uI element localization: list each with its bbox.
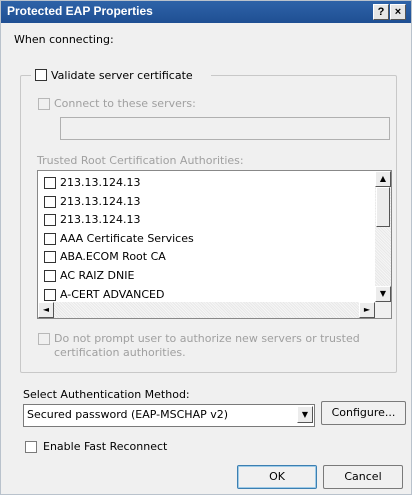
window-title: Protected EAP Properties [7,4,153,18]
validate-server-checkbox[interactable] [35,69,47,81]
scroll-thumb[interactable] [376,187,390,227]
authority-label: 213.13.124.13 [60,194,141,208]
authority-checkbox[interactable] [44,251,56,264]
dropdown-arrow-icon[interactable]: ▼ [297,406,313,423]
authority-checkbox[interactable] [44,214,56,227]
authority-label: 213.13.124.13 [60,213,141,227]
no-prompt-checkbox[interactable] [38,333,50,345]
close-button[interactable]: × [390,4,406,20]
no-prompt-label-line2[interactable]: certification authorities. [54,346,186,359]
authorities-list[interactable]: 213.13.124.13 213.13.124.13 213.13.124.13 A… [37,170,392,319]
ok-button[interactable]: OK [237,465,317,489]
fast-reconnect-label[interactable]: Enable Fast Reconnect [43,440,167,453]
title-bar[interactable]: Protected EAP Properties ? × [1,1,411,23]
auth-method-selected: Secured password (EAP-MSCHAP v2) [27,408,229,421]
authority-checkbox[interactable] [44,232,56,245]
connect-servers-checkbox[interactable] [38,98,50,110]
authority-checkbox[interactable] [44,270,56,282]
fast-reconnect-checkbox[interactable] [25,441,37,453]
horizontal-scrollbar[interactable]: ◄ ► [38,302,375,318]
servers-input[interactable] [60,117,390,140]
authority-label: AC RAIZ DNIE [60,269,135,282]
authority-label: ABA.ECOM Root CA [60,250,166,264]
scroll-up-button[interactable]: ▲ [375,171,391,187]
scroll-left-button[interactable]: ◄ [38,302,54,318]
help-button[interactable]: ? [373,4,389,20]
scroll-right-button[interactable]: ► [359,302,375,318]
cancel-button[interactable]: Cancel [323,465,403,489]
auth-method-select[interactable]: Secured password (EAP-MSCHAP v2) ▼ [23,404,315,427]
authority-label: A-CERT ADVANCED [60,287,165,301]
scroll-corner [375,302,391,318]
no-prompt-label-line1[interactable]: Do not prompt user to authorize new serv… [54,332,360,345]
vertical-scrollbar[interactable]: ▲ ▼ [375,171,391,302]
trusted-authorities-label: Trusted Root Certification Authorities: [37,154,244,167]
authority-checkbox[interactable] [44,177,56,189]
validate-legend: Validate server certificate [31,67,211,85]
authority-label: AAA Certificate Services [60,231,194,245]
authority-checkbox[interactable] [44,195,56,208]
dialog-window: Protected EAP Properties ? × When connec… [0,0,412,495]
connect-servers-label[interactable]: Connect to these servers: [54,97,196,110]
authority-label: 213.13.124.13 [60,176,141,189]
scroll-down-button[interactable]: ▼ [375,286,391,302]
configure-button[interactable]: Configure... [321,401,406,425]
authority-checkbox[interactable] [44,288,56,301]
validate-server-label[interactable]: Validate server certificate [51,69,193,82]
auth-method-label: Select Authentication Method: [23,388,190,401]
when-connecting-label: When connecting: [14,33,114,46]
